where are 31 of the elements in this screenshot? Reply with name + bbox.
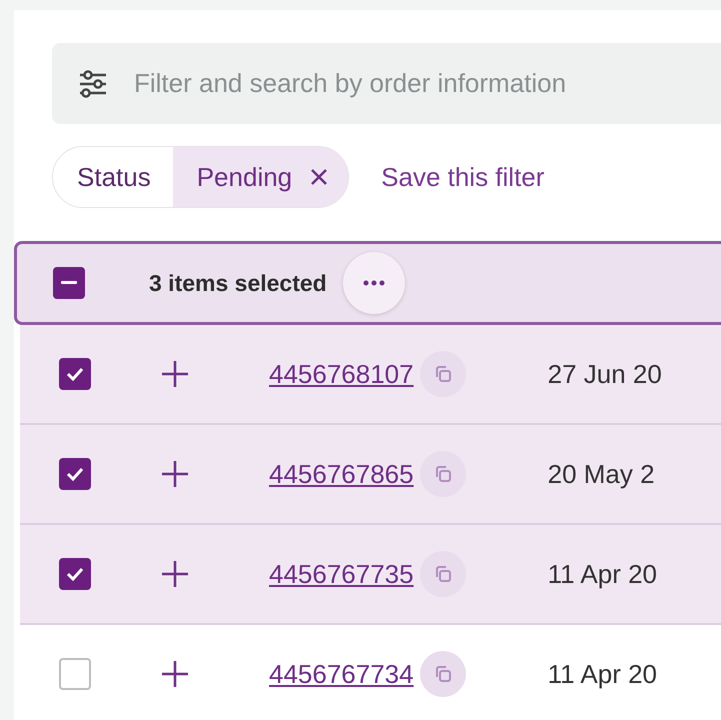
table-row[interactable]: 4456767735 11 Apr 20 [20, 525, 721, 625]
check-icon [66, 467, 84, 481]
date-cell: 11 Apr 20 [548, 558, 657, 590]
close-icon [310, 168, 328, 186]
check-icon [66, 367, 84, 381]
plus-icon[interactable] [161, 560, 189, 588]
check-icon [66, 567, 84, 581]
table-row[interactable]: 4456767865 20 May 2 [20, 425, 721, 525]
plus-icon[interactable] [161, 460, 189, 488]
selection-count: 3 items selected [149, 270, 327, 296]
date-cell: 20 May 2 [548, 458, 655, 490]
date-cell: 27 Jun 20 [548, 358, 662, 390]
minus-icon [61, 281, 77, 285]
filter-chip[interactable]: Pending [172, 147, 348, 207]
order-link[interactable]: 4456768107 [269, 358, 414, 390]
checkbox[interactable] [59, 658, 91, 690]
order-link[interactable]: 4456767865 [269, 458, 414, 490]
plus-icon[interactable] [161, 360, 189, 388]
more-icon [362, 280, 385, 286]
checkbox[interactable] [59, 558, 91, 590]
plus-icon[interactable] [161, 660, 189, 688]
checkbox[interactable] [59, 358, 91, 390]
order-link[interactable]: 4456767734 [269, 658, 414, 690]
date-cell: 11 Apr 20 [548, 658, 657, 690]
search-field[interactable]: Filter and search by order information [52, 43, 721, 124]
order-link[interactable]: 4456767735 [269, 558, 414, 590]
save-filter-link[interactable]: Save this filter [381, 162, 544, 192]
checkbox[interactable] [59, 458, 91, 490]
table-row[interactable]: 4456768107 27 Jun 20 [20, 325, 721, 425]
copy-button[interactable] [420, 651, 466, 697]
checkbox[interactable] [53, 267, 85, 299]
